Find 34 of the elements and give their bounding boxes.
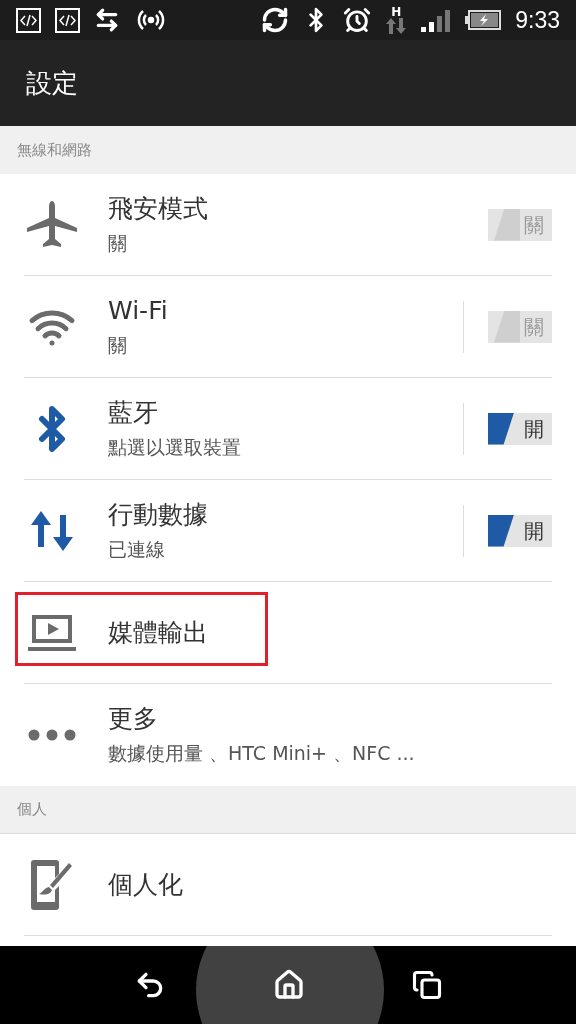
setting-title[interactable]: 媒體輸出	[108, 616, 552, 649]
section-title: 個人	[17, 799, 47, 821]
setting-title[interactable]: 個人化	[108, 868, 552, 901]
setting-subtitle: 關	[108, 332, 128, 358]
signal-icon	[421, 8, 452, 32]
app-title: 設定	[26, 66, 78, 100]
code-icon	[16, 7, 41, 33]
setting-title[interactable]: 藍牙	[108, 396, 463, 429]
setting-subtitle: 點選以選取裝置	[108, 434, 242, 460]
home-icon[interactable]	[273, 969, 305, 1001]
battery-icon	[465, 10, 502, 30]
toggle-switch[interactable]: 開	[488, 514, 552, 547]
section-title: 無線和網路	[17, 139, 92, 161]
setting-title[interactable]: 更多	[108, 703, 552, 735]
network-type: H	[391, 6, 402, 18]
transfer-icon	[94, 7, 120, 33]
airplane-icon	[27, 200, 77, 249]
setting-subtitle: 數據使用量 、HTC Mini+ 、NFC ...	[108, 741, 416, 766]
screen-play-icon	[28, 614, 76, 651]
setting-title[interactable]: 行動數據	[108, 498, 463, 531]
data-arrows-icon	[385, 18, 408, 34]
setting-subtitle: 已連線	[108, 536, 166, 562]
alarm-icon	[343, 6, 372, 34]
setting-title[interactable]: Wi-Fi	[108, 294, 463, 327]
up-down-arrows-icon	[29, 510, 75, 551]
setting-subtitle: 關	[108, 230, 128, 256]
setting-title[interactable]: 飛安模式	[108, 192, 463, 225]
recent-apps-icon[interactable]	[412, 970, 443, 1000]
ellipsis-icon	[28, 729, 76, 741]
sync-icon	[261, 6, 290, 34]
clock: 9:33	[515, 5, 560, 35]
phone-brush-icon	[31, 859, 73, 910]
code-icon	[55, 7, 80, 33]
toggle-switch[interactable]: 開	[488, 412, 552, 445]
